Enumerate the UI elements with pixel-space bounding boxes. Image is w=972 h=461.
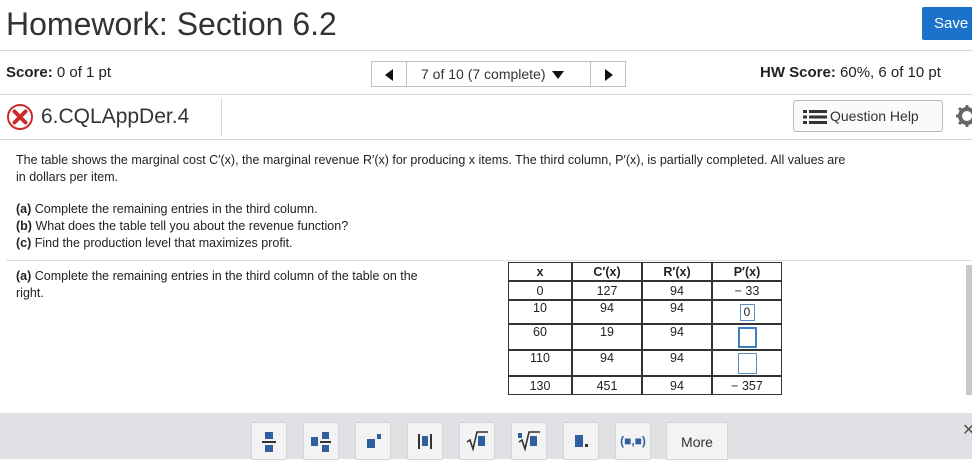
header-x: x [508, 262, 572, 281]
cell-c: 19 [572, 324, 642, 350]
exponent-button[interactable] [355, 422, 391, 460]
previous-question-button[interactable] [371, 61, 407, 87]
part-tag: (a) [16, 202, 32, 216]
part-tag: (a) [16, 269, 32, 283]
arrow-right-icon [605, 69, 613, 81]
marginal-table: x C′(x) R′(x) P′(x) 0 127 94 − 33 10 94 … [508, 262, 782, 395]
decimal-button[interactable] [563, 422, 599, 460]
cell-r: 94 [642, 300, 712, 324]
part-text: right. [16, 286, 44, 300]
cell-r: 94 [642, 281, 712, 300]
score-value: 0 of 1 pt [56, 64, 112, 81]
answer-input[interactable] [737, 352, 757, 374]
more-button[interactable]: More [666, 422, 728, 460]
cell-c: 127 [572, 281, 642, 300]
save-button[interactable]: Save [922, 7, 972, 40]
mixed-number-icon [311, 432, 331, 452]
cell-r: 94 [642, 376, 712, 395]
part-b-instruction: (b) What does the table tell you about t… [16, 218, 348, 235]
question-selector-dropdown[interactable]: 7 of 10 (7 complete) [406, 61, 591, 87]
header-c: C′(x) [572, 262, 642, 281]
table-row: 10 94 94 0 [508, 300, 782, 324]
cell-p: − 357 [712, 376, 782, 395]
mixed-number-button[interactable] [303, 422, 339, 460]
part-tag: (b) [16, 219, 32, 233]
problem-parts: (a) Complete the remaining entries in th… [16, 201, 348, 252]
answer-input[interactable] [737, 326, 757, 348]
cell-x: 130 [508, 376, 572, 395]
score-display: Score: 0 of 1 pt [6, 64, 111, 81]
next-question-button[interactable] [590, 61, 626, 87]
header-p: P′(x) [712, 262, 782, 281]
divider [0, 50, 972, 51]
nth-root-button[interactable] [511, 422, 547, 460]
hw-score-display: HW Score: 60%, 6 of 10 pt [760, 64, 941, 81]
question-selector-label: 7 of 10 (7 complete) [421, 66, 546, 82]
table-row: 60 19 94 [508, 324, 782, 350]
cell-p: 0 [712, 300, 782, 324]
scrollbar[interactable] [966, 265, 972, 395]
cell-p [712, 350, 782, 376]
part-text: Complete the remaining entries in the th… [34, 269, 418, 283]
x-incorrect-icon [7, 104, 33, 130]
part-c-instruction: (c) Find the production level that maxim… [16, 235, 348, 252]
arrow-left-icon [385, 69, 393, 81]
gear-icon[interactable] [955, 104, 972, 128]
interval-icon: (■,■) [620, 434, 646, 448]
exponent-icon [367, 434, 381, 448]
problem-intro: The table shows the marginal cost C′(x),… [16, 152, 972, 186]
header-r: R′(x) [642, 262, 712, 281]
question-help-label: Question Help [830, 108, 919, 124]
table-row: 0 127 94 − 33 [508, 281, 782, 300]
problem-intro-line: The table shows the marginal cost C′(x),… [16, 153, 846, 167]
cell-x: 10 [508, 300, 572, 324]
fraction-icon [262, 432, 276, 452]
cell-x: 0 [508, 281, 572, 300]
absolute-value-button[interactable] [407, 422, 443, 460]
fraction-button[interactable] [251, 422, 287, 460]
absolute-value-icon [418, 434, 432, 449]
cell-x: 60 [508, 324, 572, 350]
cell-c: 94 [572, 300, 642, 324]
problem-intro-line: in dollars per item. [16, 170, 119, 184]
divider [0, 139, 972, 140]
close-icon[interactable]: ✕ [962, 420, 972, 440]
interval-button[interactable]: (■,■) [615, 422, 651, 460]
divider [0, 94, 972, 95]
cell-p: − 33 [712, 281, 782, 300]
question-id: 6.CQLAppDer.4 [41, 105, 190, 128]
hw-score-value: 60%, 6 of 10 pt [840, 64, 941, 81]
decimal-icon [575, 435, 588, 447]
part-tag: (c) [16, 236, 32, 250]
nth-root-icon [518, 431, 540, 452]
cell-c: 94 [572, 350, 642, 376]
part-a-instruction: (a) Complete the remaining entries in th… [16, 201, 348, 218]
square-root-button[interactable] [459, 422, 495, 460]
sqrt-icon [466, 431, 488, 452]
part-a-prompt: (a) Complete the remaining entries in th… [16, 268, 496, 302]
table-row: 130 451 94 − 357 [508, 376, 782, 395]
divider [6, 260, 972, 261]
chevron-down-icon [551, 71, 564, 80]
cell-p [712, 324, 782, 350]
score-label: Score: [6, 64, 53, 81]
part-text: What does the table tell you about the r… [35, 219, 349, 233]
table-header-row: x C′(x) R′(x) P′(x) [508, 262, 782, 281]
divider [221, 98, 222, 136]
cell-r: 94 [642, 350, 712, 376]
table-row: 110 94 94 [508, 350, 782, 376]
list-icon [803, 110, 827, 124]
part-text: Complete the remaining entries in the th… [34, 202, 318, 216]
page-title: Homework: Section 6.2 [6, 6, 337, 42]
part-text: Find the production level that maximizes… [34, 236, 293, 250]
hw-score-label: HW Score: [760, 64, 836, 81]
cell-c: 451 [572, 376, 642, 395]
cell-r: 94 [642, 324, 712, 350]
answer-input[interactable]: 0 [739, 303, 755, 321]
cell-x: 110 [508, 350, 572, 376]
